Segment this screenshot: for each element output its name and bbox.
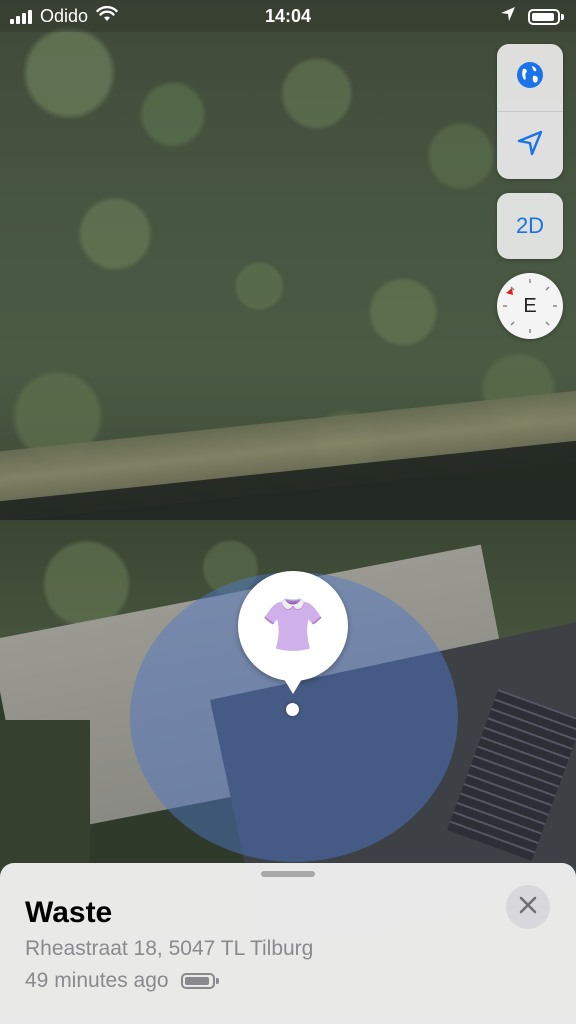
shirt-icon: 👚 — [260, 597, 326, 655]
last-seen-row: 49 minutes ago — [25, 969, 219, 993]
locate-button[interactable] — [497, 112, 563, 179]
compass-heading: E — [523, 295, 537, 317]
battery-icon — [528, 8, 564, 25]
view-mode-button[interactable]: 2D — [497, 193, 563, 259]
item-detail-sheet[interactable]: Waste Rheastraat 18, 5047 TL Tilburg 49 … — [0, 863, 576, 1024]
view-mode-label: 2D — [515, 213, 545, 238]
map-trees-left — [0, 720, 90, 880]
battery-icon — [180, 973, 219, 989]
map-controls-group — [497, 44, 563, 179]
item-address: Rheastraat 18, 5047 TL Tilburg — [25, 937, 314, 960]
last-seen-text: 49 minutes ago — [25, 969, 169, 992]
map-type-button[interactable] — [497, 44, 563, 111]
location-arrow-icon — [500, 6, 516, 27]
pin-tail — [281, 674, 305, 694]
close-icon — [519, 896, 537, 919]
location-arrow-icon — [516, 129, 544, 162]
status-bar: Odido 14:04 — [0, 0, 576, 32]
sheet-grabber[interactable] — [261, 871, 315, 877]
pin-location-dot — [286, 703, 299, 716]
item-title: Waste — [25, 896, 113, 929]
compass[interactable]: E — [497, 273, 563, 339]
item-location-pin[interactable]: 👚 — [238, 571, 348, 681]
close-button[interactable] — [506, 885, 550, 929]
globe-icon — [515, 60, 545, 95]
status-time: 14:04 — [264, 6, 312, 26]
